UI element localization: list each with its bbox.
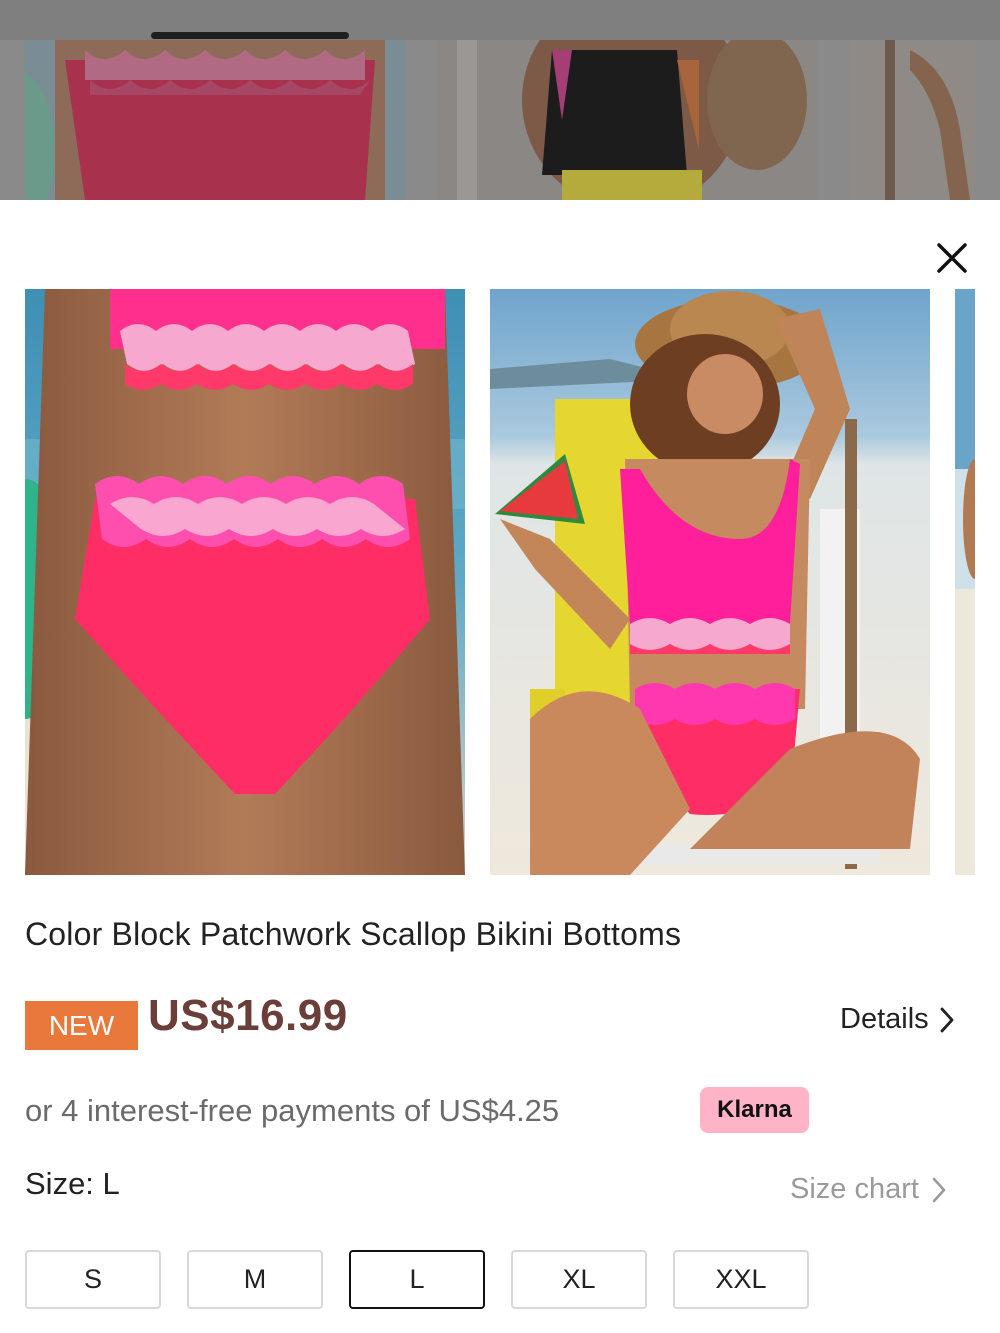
background-product-image [25, 40, 405, 200]
klarna-badge[interactable]: Klarna [700, 1087, 809, 1133]
chevron-right-icon [932, 1177, 946, 1202]
background-bikini-illustration [25, 40, 405, 200]
details-link[interactable]: Details [840, 1003, 955, 1036]
installment-payments-text: or 4 interest-free payments of US$4.25 [25, 1093, 560, 1128]
size-options: S M L XL XXL [25, 1250, 825, 1309]
product-image[interactable] [490, 289, 930, 875]
background-bikini-illustration [437, 40, 817, 200]
size-option-xxl[interactable]: XXL [673, 1250, 809, 1309]
selected-size-label: Size: L [25, 1166, 120, 1201]
chevron-right-icon [940, 1007, 954, 1032]
product-image[interactable] [25, 289, 465, 875]
details-label: Details [840, 1003, 929, 1035]
product-image-gallery[interactable] [0, 289, 1000, 875]
product-photo-peek [955, 289, 975, 875]
background-product-image [437, 40, 817, 200]
product-image[interactable] [955, 289, 975, 875]
size-chart-label: Size chart [790, 1173, 919, 1205]
product-photo-closeup [25, 289, 465, 875]
background-top-bar [0, 0, 1000, 40]
product-photo-beach [490, 289, 930, 875]
background-product-image [850, 40, 975, 200]
size-option-m[interactable]: M [187, 1250, 323, 1309]
size-option-xl[interactable]: XL [511, 1250, 647, 1309]
size-option-s[interactable]: S [25, 1250, 161, 1309]
size-option-l[interactable]: L [349, 1250, 485, 1309]
background-model-illustration [850, 40, 975, 200]
product-title: Color Block Patchwork Scallop Bikini Bot… [25, 916, 682, 952]
background-page-overlay [0, 0, 1000, 200]
close-button[interactable] [932, 238, 972, 278]
size-chart-link[interactable]: Size chart [790, 1173, 947, 1206]
product-price: US$16.99 [148, 991, 348, 1040]
new-badge: NEW [25, 1001, 138, 1050]
sheet-drag-handle[interactable] [151, 32, 349, 39]
close-icon [937, 243, 967, 273]
